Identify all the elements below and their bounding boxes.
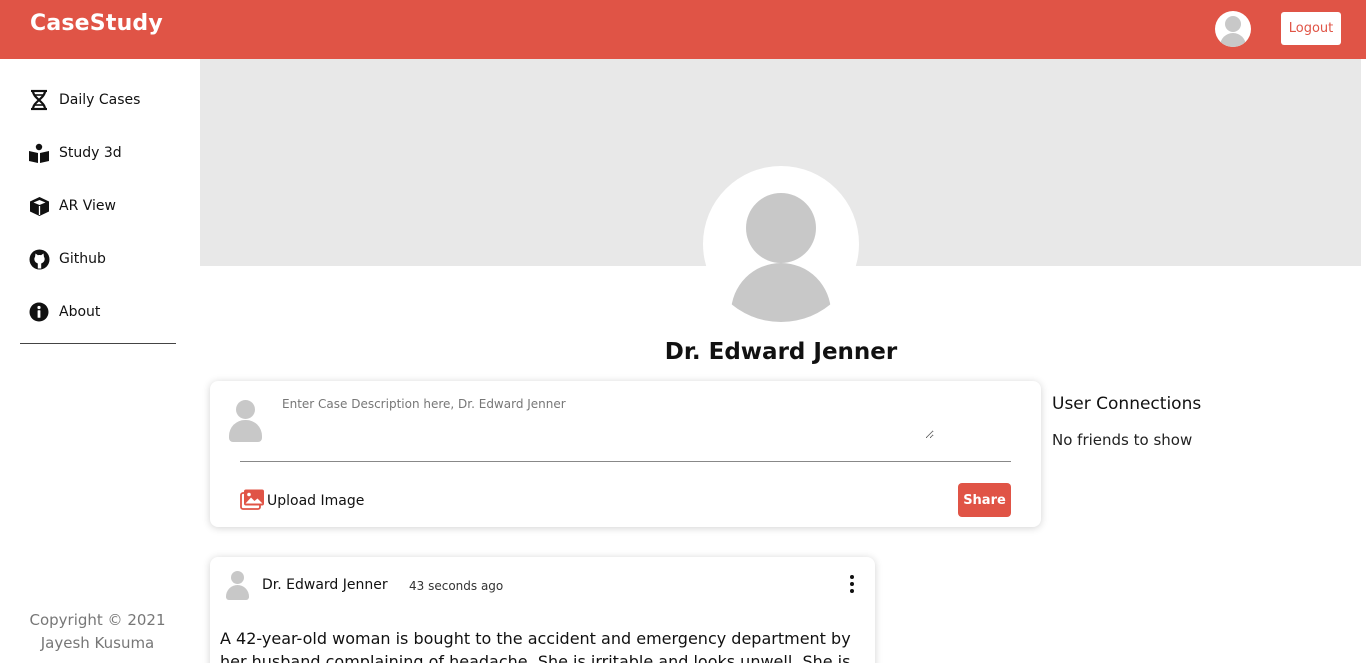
copyright: Copyright © 2021 Jayesh Kusuma xyxy=(0,609,195,655)
share-button[interactable]: Share xyxy=(958,483,1011,517)
profile-name: Dr. Edward Jenner xyxy=(664,339,898,365)
logout-button[interactable]: Logout xyxy=(1281,12,1341,45)
sidebar-item-label: AR View xyxy=(59,198,116,214)
cube-icon xyxy=(28,195,50,217)
sidebar-item-label: About xyxy=(59,304,101,320)
dna-icon xyxy=(28,89,50,111)
user-connections-heading: User Connections xyxy=(1052,394,1202,414)
more-options-icon[interactable] xyxy=(847,573,857,595)
sidebar-item-ar-view[interactable]: AR View xyxy=(28,193,116,219)
info-icon xyxy=(28,301,50,323)
feed-author-avatar xyxy=(225,570,249,600)
user-avatar[interactable] xyxy=(1215,11,1251,47)
app-logo[interactable]: CaseStudy xyxy=(30,11,163,36)
feed-post: Dr. Edward Jenner 43 seconds ago A 42-ye… xyxy=(210,557,875,663)
upload-image-button[interactable]: Upload Image xyxy=(240,488,364,514)
post-author-avatar xyxy=(228,398,262,442)
sidebar: Daily Cases Study 3d AR View Github Abou… xyxy=(0,59,200,663)
sidebar-divider xyxy=(20,343,176,344)
profile-avatar[interactable] xyxy=(703,166,859,322)
feed-author-name[interactable]: Dr. Edward Jenner xyxy=(262,577,388,593)
sidebar-item-label: Daily Cases xyxy=(59,92,141,108)
post-box-divider xyxy=(240,461,1011,462)
sidebar-item-label: Study 3d xyxy=(59,145,122,161)
sidebar-item-label: Github xyxy=(59,251,106,267)
new-case-box: Upload Image Share xyxy=(210,381,1041,527)
sidebar-item-github[interactable]: Github xyxy=(28,246,106,272)
connections-empty-text: No friends to show xyxy=(1052,431,1193,449)
sidebar-item-about[interactable]: About xyxy=(28,299,100,325)
feed-post-text: A 42-year-old woman is bought to the acc… xyxy=(220,629,851,663)
study-book-icon xyxy=(28,142,50,164)
image-upload-icon xyxy=(240,488,265,514)
copyright-author: Jayesh Kusuma xyxy=(40,634,155,652)
copyright-line: Copyright © 2021 xyxy=(29,611,166,629)
top-navbar: CaseStudy Logout xyxy=(0,0,1366,59)
upload-image-label: Upload Image xyxy=(267,493,365,509)
sidebar-item-daily-cases[interactable]: Daily Cases xyxy=(28,87,140,113)
feed-timestamp: 43 seconds ago xyxy=(409,579,504,593)
sidebar-item-study-3d[interactable]: Study 3d xyxy=(28,140,122,166)
case-description-input[interactable] xyxy=(282,397,934,439)
github-icon xyxy=(28,248,50,270)
